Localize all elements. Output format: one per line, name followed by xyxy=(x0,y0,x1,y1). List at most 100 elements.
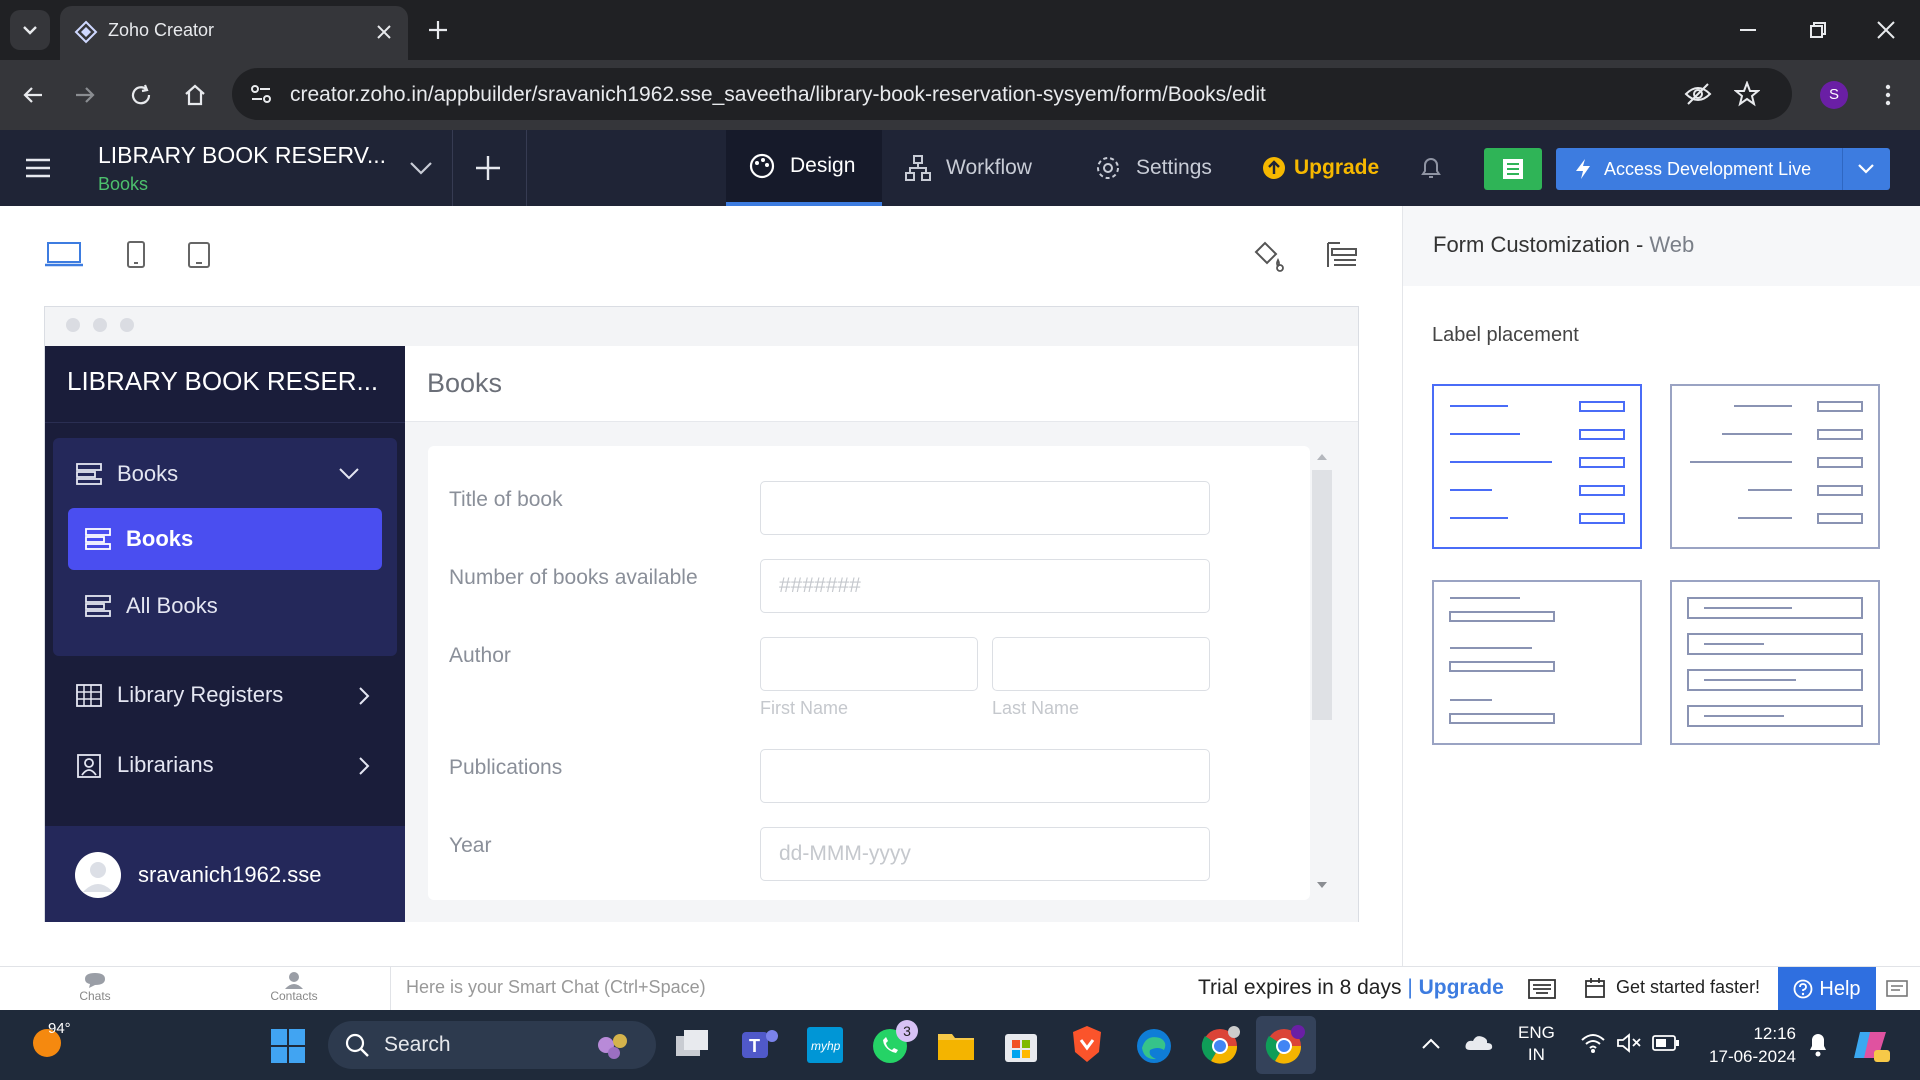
more-menu-icon[interactable] xyxy=(1878,82,1898,108)
weather-widget[interactable]: 94° xyxy=(30,1020,71,1060)
tab-settings-label: Settings xyxy=(1136,156,1212,179)
whatsapp-taskbar-button[interactable]: 3 xyxy=(870,1020,918,1066)
sidebar-item-books[interactable]: Books xyxy=(68,508,382,570)
tab-design[interactable]: Design xyxy=(726,130,882,206)
myhp-icon[interactable]: myhp xyxy=(806,1026,844,1064)
browser-tab[interactable]: Zoho Creator xyxy=(60,6,408,60)
scroll-down-icon[interactable] xyxy=(1317,882,1327,890)
sidebar-item-label: Books xyxy=(126,526,194,551)
form-properties-icon[interactable] xyxy=(1326,240,1358,270)
publications-input[interactable] xyxy=(760,749,1210,803)
chrome-profile-icon[interactable] xyxy=(1200,1024,1244,1066)
teams-icon[interactable]: T xyxy=(740,1026,780,1064)
sidebar-item-librarians[interactable]: Librarians xyxy=(75,742,385,788)
task-view-icon[interactable] xyxy=(674,1028,710,1062)
reload-icon[interactable] xyxy=(128,82,154,108)
chats-button[interactable]: Chats xyxy=(60,971,130,1003)
taskbar-search[interactable]: Search xyxy=(328,1021,656,1069)
field-label-title: Title of book xyxy=(449,488,563,511)
zoho-creator-logo-icon xyxy=(74,20,98,44)
keyboard-icon[interactable] xyxy=(1528,979,1556,999)
microsoft-store-icon[interactable] xyxy=(1002,1026,1040,1064)
svg-text:T: T xyxy=(749,1036,760,1056)
eye-off-icon[interactable] xyxy=(1684,82,1712,106)
mobile-view-icon[interactable] xyxy=(124,240,148,270)
file-explorer-icon[interactable] xyxy=(936,1026,976,1064)
upgrade-button[interactable]: Upgrade xyxy=(1262,130,1379,206)
profile-avatar[interactable]: S xyxy=(1820,81,1848,109)
back-icon[interactable] xyxy=(20,82,46,108)
chevron-up-icon[interactable] xyxy=(1420,1036,1442,1052)
desktop-view-icon[interactable] xyxy=(44,240,84,270)
notification-bell-icon[interactable] xyxy=(1806,1030,1830,1058)
chat-window-icon[interactable] xyxy=(1886,979,1910,999)
language-indicator[interactable]: ENG IN xyxy=(1518,1022,1555,1066)
label-placement-left[interactable] xyxy=(1432,384,1642,549)
form-view-button[interactable] xyxy=(1484,148,1542,190)
workflow-icon xyxy=(905,155,931,181)
get-started-link[interactable]: Get started faster! xyxy=(1616,977,1760,998)
copilot-icon[interactable] xyxy=(1852,1026,1892,1064)
number-of-books-input[interactable]: ####### xyxy=(760,559,1210,613)
sidebar-user-section[interactable]: sravanich1962.sse xyxy=(45,826,405,922)
edge-icon[interactable] xyxy=(1134,1026,1174,1066)
site-settings-icon[interactable] xyxy=(248,82,274,106)
access-live-label: Access Development Live xyxy=(1604,158,1812,179)
chevron-down-icon[interactable] xyxy=(408,158,434,178)
label-placement-top[interactable] xyxy=(1432,580,1642,745)
divider xyxy=(526,130,527,206)
close-tab-icon[interactable] xyxy=(374,22,394,42)
scroll-up-icon[interactable] xyxy=(1317,452,1327,460)
brave-icon[interactable] xyxy=(1068,1024,1106,1064)
tab-search-button[interactable] xyxy=(10,10,50,50)
list-icon xyxy=(1503,159,1523,179)
tab-settings[interactable]: Settings xyxy=(1094,130,1212,206)
system-clock[interactable]: 12:16 17-06-2024 xyxy=(1700,1022,1796,1068)
sidebar-item-all-books[interactable]: All Books xyxy=(84,576,218,636)
scrollbar-thumb[interactable] xyxy=(1312,470,1332,720)
help-label: Help xyxy=(1819,977,1861,1000)
tablet-view-icon[interactable] xyxy=(186,240,212,270)
browser-tab-bar: Zoho Creator xyxy=(0,0,1920,60)
bell-icon[interactable] xyxy=(1418,154,1444,182)
restore-icon[interactable] xyxy=(1806,18,1830,42)
help-button[interactable]: Help xyxy=(1778,967,1876,1011)
paint-bucket-icon[interactable] xyxy=(1250,238,1284,272)
clock-date: 17-06-2024 xyxy=(1709,1047,1796,1066)
chrome-active-button[interactable] xyxy=(1256,1016,1316,1074)
label-placement-right[interactable] xyxy=(1670,384,1880,549)
add-icon[interactable] xyxy=(474,154,502,182)
new-tab-icon[interactable] xyxy=(426,18,450,42)
access-development-live-button[interactable]: Access Development Live xyxy=(1556,148,1890,190)
title-of-book-input[interactable] xyxy=(760,481,1210,535)
last-name-sublabel: Last Name xyxy=(992,698,1080,718)
author-first-name-input[interactable] xyxy=(760,637,978,691)
chevron-down-icon[interactable] xyxy=(1856,160,1876,178)
form-icon xyxy=(76,463,102,485)
close-window-icon[interactable] xyxy=(1874,18,1898,42)
speaker-muted-icon[interactable] xyxy=(1616,1032,1642,1054)
app-title[interactable]: LIBRARY BOOK RESERV... xyxy=(98,142,386,169)
home-icon[interactable] xyxy=(182,82,208,108)
contacts-button[interactable]: Contacts xyxy=(256,971,332,1003)
field-label-number: Number of books available xyxy=(449,566,698,589)
sidebar-group-header[interactable]: Books xyxy=(75,454,375,494)
scrollbar[interactable] xyxy=(1312,450,1332,898)
hamburger-menu-icon[interactable] xyxy=(24,156,52,180)
label-placement-inside[interactable] xyxy=(1670,580,1880,745)
trial-upgrade-link[interactable]: Upgrade xyxy=(1419,976,1504,999)
bookmark-star-icon[interactable] xyxy=(1734,81,1760,107)
author-last-name-input[interactable] xyxy=(992,637,1210,691)
forward-icon[interactable] xyxy=(72,82,98,108)
minimize-icon[interactable] xyxy=(1736,18,1760,42)
battery-icon[interactable] xyxy=(1652,1034,1680,1052)
sidebar-item-library-registers[interactable]: Library Registers xyxy=(75,672,385,718)
address-bar[interactable]: creator.zoho.in/appbuilder/sravanich1962… xyxy=(232,68,1792,120)
smart-chat-input[interactable]: Here is your Smart Chat (Ctrl+Space) xyxy=(406,977,706,998)
chevron-right-icon xyxy=(359,757,370,775)
year-date-input[interactable]: dd-MMM-yyyy xyxy=(760,827,1210,881)
wifi-icon[interactable] xyxy=(1580,1032,1606,1054)
tab-workflow[interactable]: Workflow xyxy=(904,130,1032,206)
windows-start-icon[interactable] xyxy=(270,1028,306,1064)
onedrive-cloud-icon[interactable] xyxy=(1464,1032,1494,1054)
